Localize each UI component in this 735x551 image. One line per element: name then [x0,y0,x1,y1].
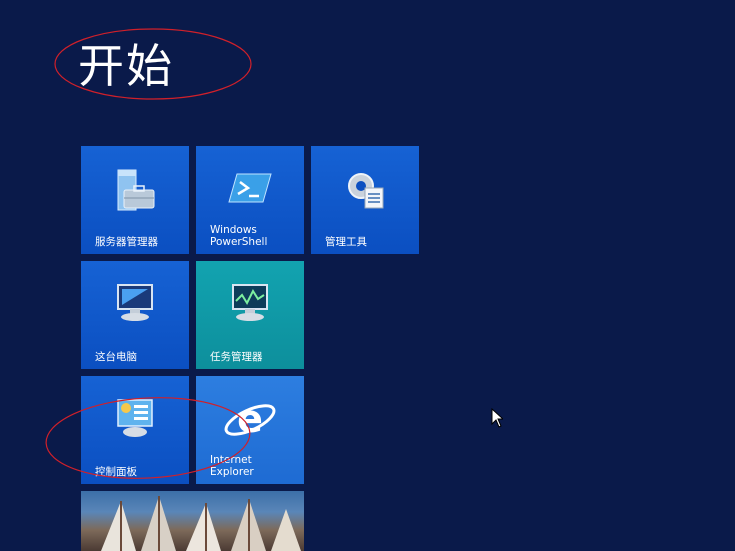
internet-explorer-icon: e [224,397,276,441]
tile-label: 控制面板 [95,466,137,478]
tile-label: 管理工具 [325,236,367,248]
tile-label: Windows PowerShell [210,224,268,248]
tile-internet-explorer[interactable]: e Internet Explorer [196,376,304,484]
mouse-cursor-icon [491,408,503,428]
admin-tools-icon [348,173,384,209]
tile-admin-tools[interactable]: 管理工具 [311,146,419,254]
start-title: 开始 [78,39,174,93]
tile-label: 服务器管理器 [95,236,158,248]
tile-server-manager[interactable]: 服务器管理器 [81,146,189,254]
svg-text:e: e [237,397,263,441]
tile-this-pc[interactable]: 这台电脑 [81,261,189,369]
task-manager-icon [232,284,268,321]
tile-powershell[interactable]: Windows PowerShell [196,146,304,254]
tile-control-panel[interactable]: 控制面板 [81,376,189,484]
powershell-icon [228,173,272,203]
desktop-photo [101,496,301,551]
tile-label: 任务管理器 [210,351,263,363]
tile-desktop[interactable] [81,491,304,551]
tile-label: 这台电脑 [95,351,137,363]
computer-icon [117,284,153,321]
tile-label: Internet Explorer [210,454,254,478]
server-manager-icon [117,169,155,211]
control-panel-icon [117,399,153,437]
tile-task-manager[interactable]: 任务管理器 [196,261,304,369]
